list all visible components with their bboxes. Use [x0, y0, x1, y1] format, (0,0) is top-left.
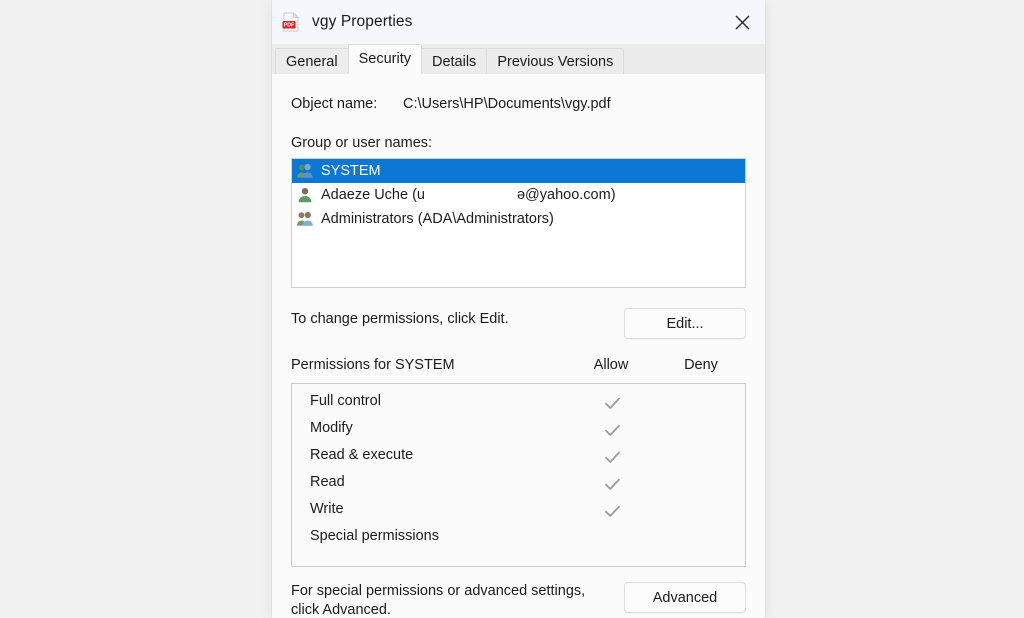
advanced-settings-row: For special permissions or advanced sett…: [291, 582, 746, 618]
close-icon[interactable]: [719, 0, 765, 44]
tab-general-label: General: [286, 53, 338, 70]
permission-row-special-permissions[interactable]: Special permissions: [292, 525, 745, 552]
dialog-titlebar: PDF vgy Properties: [272, 0, 765, 44]
single-user-icon: [296, 186, 314, 204]
allow-checkbox-empty: [582, 525, 642, 552]
permissions-header-row: Permissions for SYSTEM Allow Deny: [291, 357, 746, 377]
object-name-row: Object name: C:\Users\HP\Documents\vgy.p…: [291, 74, 746, 112]
permission-row-write[interactable]: Write: [292, 498, 745, 525]
security-tab-panel: Object name: C:\Users\HP\Documents\vgy.p…: [272, 74, 765, 618]
advanced-button[interactable]: Advanced: [624, 582, 746, 613]
group-or-user-names-label: Group or user names:: [291, 135, 433, 151]
permission-label: Read: [310, 474, 345, 490]
allow-checkmark-icon: [582, 444, 642, 471]
permission-row-full-control[interactable]: Full control: [292, 390, 745, 417]
permission-label: Modify: [310, 420, 353, 436]
tab-security[interactable]: Security: [347, 44, 422, 74]
list-item-system[interactable]: SYSTEM: [292, 159, 745, 183]
allow-checkmark-icon: [582, 417, 642, 444]
tab-details-label: Details: [431, 53, 477, 70]
permission-row-read-execute[interactable]: Read & execute: [292, 444, 745, 471]
deny-checkbox-empty: [672, 417, 732, 444]
allow-checkmark-icon: [582, 390, 642, 417]
group-users-icon: [296, 210, 314, 228]
deny-checkbox-empty: [672, 390, 732, 417]
tab-previous-versions-label: Previous Versions: [497, 53, 614, 70]
allow-checkmark-icon: [582, 471, 642, 498]
deny-checkbox-empty: [672, 471, 732, 498]
permission-label: Special permissions: [310, 528, 439, 544]
deny-checkbox-empty: [672, 525, 732, 552]
allow-checkmark-icon: [582, 498, 642, 525]
group-user-names-listbox[interactable]: SYSTEM Adaeze Uche (u ə@yahoo.com) Admin…: [291, 158, 746, 288]
advanced-hint-text: For special permissions or advanced sett…: [291, 583, 586, 618]
list-item-label: Administrators (ADA\Administrators): [321, 211, 554, 227]
object-name-label: Object name:: [291, 96, 378, 112]
edit-button[interactable]: Edit...: [624, 308, 746, 339]
desktop-background: PDF vgy Properties General Security Deta…: [0, 0, 1024, 618]
permission-row-read[interactable]: Read: [292, 471, 745, 498]
edit-permissions-row: To change permissions, click Edit. Edit.…: [291, 304, 746, 339]
tab-previous-versions[interactable]: Previous Versions: [486, 48, 625, 74]
permission-label: Full control: [310, 393, 381, 409]
group-users-icon: [296, 162, 314, 180]
list-item-label-prefix: Adaeze Uche (u: [321, 187, 425, 203]
tab-details[interactable]: Details: [420, 48, 488, 74]
permissions-listbox[interactable]: Full control Modify Read & execute Read …: [291, 383, 746, 567]
edit-hint-text: To change permissions, click Edit.: [291, 311, 509, 327]
list-item-administrators[interactable]: Administrators (ADA\Administrators): [292, 207, 745, 231]
dialog-title: vgy Properties: [312, 13, 413, 30]
deny-checkbox-empty: [672, 498, 732, 525]
svg-text:PDF: PDF: [284, 23, 295, 29]
deny-checkbox-empty: [672, 444, 732, 471]
tab-strip: General Security Details Previous Versio…: [272, 44, 765, 74]
tab-general[interactable]: General: [275, 48, 349, 74]
deny-column-header: Deny: [684, 357, 718, 373]
pdf-file-icon: PDF: [280, 11, 302, 33]
properties-dialog: PDF vgy Properties General Security Deta…: [272, 0, 765, 618]
permission-label: Write: [310, 501, 344, 517]
list-item-adaeze-uche[interactable]: Adaeze Uche (u ə@yahoo.com): [292, 183, 745, 207]
permission-row-modify[interactable]: Modify: [292, 417, 745, 444]
list-item-label: SYSTEM: [321, 163, 381, 179]
list-item-label-suffix: ə@yahoo.com): [516, 187, 616, 203]
allow-column-header: Allow: [593, 357, 629, 373]
tab-security-label: Security: [358, 51, 411, 67]
permissions-for-label: Permissions for SYSTEM: [291, 357, 455, 373]
permission-label: Read & execute: [310, 447, 414, 463]
object-name-value: C:\Users\HP\Documents\vgy.pdf: [403, 96, 611, 112]
